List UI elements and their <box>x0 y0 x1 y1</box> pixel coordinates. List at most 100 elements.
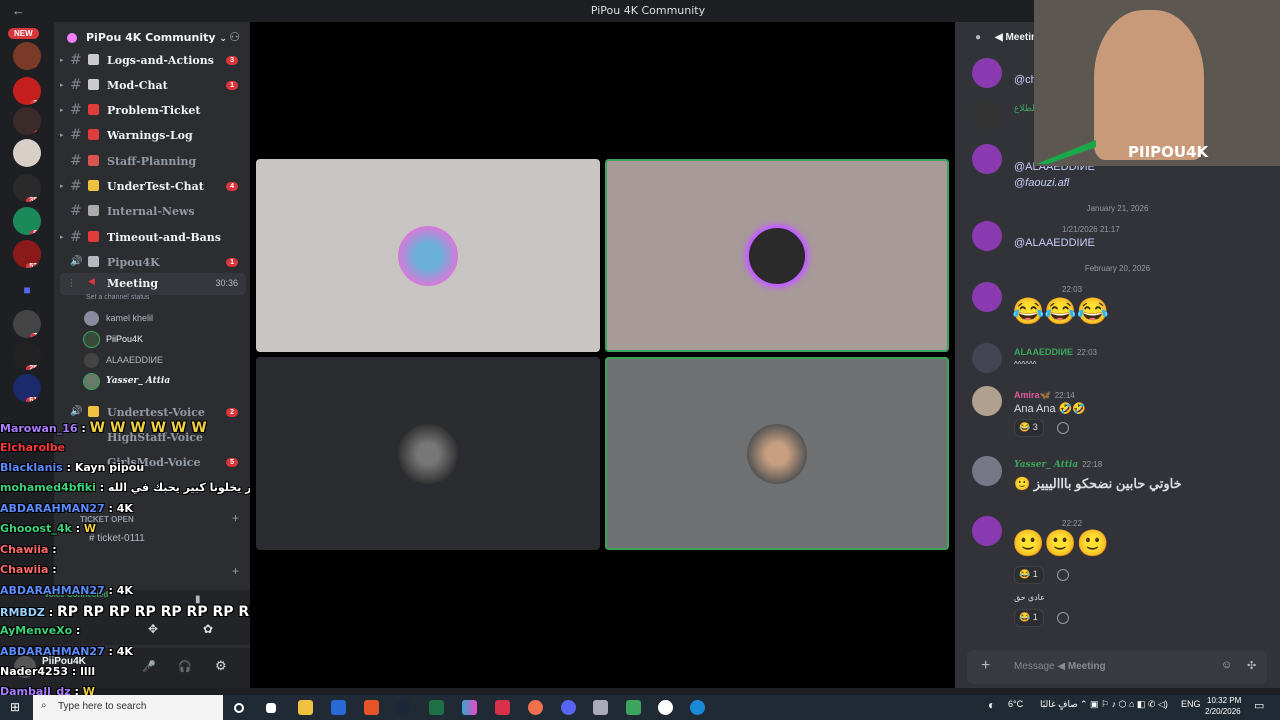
voice-channel-meeting[interactable]: ⫶ ◀ Meeting 30:36 <box>60 273 246 295</box>
avatar[interactable] <box>972 516 1002 546</box>
mention[interactable]: @faouzi.afl <box>1014 177 1069 189</box>
ticket-channel[interactable]: # ticket-0111 <box>89 533 145 544</box>
reaction-joy[interactable]: 😂 1 <box>1014 566 1044 584</box>
server-icon[interactable]: 6 <box>13 42 41 70</box>
server-icon[interactable] <box>13 139 41 167</box>
channel-item[interactable]: 🔊 Pipou4K 1 <box>60 252 246 274</box>
add-attachment-icon[interactable]: + <box>981 657 990 675</box>
overlay-chat-line: ABDARAHMAN27 : 4K <box>0 584 133 597</box>
clock-date[interactable]: 2/20/2026 <box>1205 707 1241 716</box>
server-icon[interactable]: 67 <box>13 207 41 235</box>
date-divider: January 21, 2026 <box>1086 204 1149 213</box>
avatar[interactable] <box>972 100 1002 130</box>
taskbar-search[interactable]: ⌕ Type here to search <box>33 695 223 720</box>
channel-item[interactable]: ▸ # Warnings-Log <box>60 125 246 147</box>
tray-icons[interactable]: ⌃ ▣ ⚐ ♪ ⬡ ⌂ ◧ ✆ ◁) <box>1080 699 1168 710</box>
channel-label: Meeting <box>107 277 159 290</box>
server-icon[interactable]: 30 <box>13 77 41 105</box>
edge-icon[interactable] <box>690 700 705 715</box>
streamer-webcam: PIIPOU4K <box>1034 0 1280 166</box>
channel-item[interactable]: ▸ # Mod-Chat 1 <box>60 75 246 97</box>
mention-badge: 3 <box>226 56 238 65</box>
app-icon[interactable] <box>626 700 641 715</box>
app-icon[interactable] <box>462 700 477 715</box>
obs-icon[interactable] <box>658 700 673 715</box>
app-icon[interactable] <box>495 700 510 715</box>
username[interactable]: Amira🦋 <box>1014 390 1051 400</box>
reaction-joy[interactable]: 😂 3 <box>1014 419 1044 437</box>
apps-icon[interactable]: ✣ <box>1247 659 1256 672</box>
avatar[interactable] <box>972 456 1002 486</box>
reaction-joy[interactable]: 😂 1 <box>1014 609 1044 627</box>
server-icon-pipou[interactable]: 76 <box>13 310 41 338</box>
channel-item[interactable]: ▸ # Logs-and-Actions 3 <box>60 50 246 72</box>
username[interactable]: ALAAEDDIИE <box>1014 347 1073 357</box>
server-icon[interactable]: 537 <box>13 240 41 268</box>
app-icon[interactable] <box>528 700 543 715</box>
steam-icon[interactable] <box>396 700 411 715</box>
task-view-icon[interactable] <box>266 703 276 713</box>
timestamp: 1/21/2026 21:17 <box>1062 225 1120 234</box>
server-icon[interactable]: 351 <box>13 174 41 202</box>
headphones-icon[interactable]: 🎧 <box>178 660 192 673</box>
message-composer[interactable]: + Message ◀ Meeting ☺ ✣ <box>967 650 1267 684</box>
app-icon[interactable] <box>331 700 346 715</box>
overlay-stripe <box>1036 140 1096 164</box>
mention-badge: 1 <box>226 258 238 267</box>
settings-gear-icon[interactable]: ⚙ <box>215 658 227 674</box>
channel-status[interactable]: Set a channel status <box>86 294 149 301</box>
channel-item[interactable]: # Internal-News <box>60 201 246 223</box>
avatar[interactable] <box>972 221 1002 251</box>
language-indicator[interactable]: ENG <box>1181 699 1201 709</box>
app-icon[interactable] <box>593 700 608 715</box>
avatar[interactable] <box>972 144 1002 174</box>
channel-item[interactable]: ▸ # UnderTest-Chat 4 <box>60 176 246 198</box>
video-tile-speaking[interactable] <box>605 357 949 550</box>
avatar[interactable] <box>972 343 1002 373</box>
add-reaction-icon[interactable] <box>1057 422 1069 434</box>
timestamp: 22:03 <box>1062 285 1083 294</box>
soundboard-icon[interactable]: ✿ <box>203 622 213 636</box>
video-tile-speaking[interactable] <box>605 159 949 352</box>
weather-temp[interactable]: 6°C <box>1008 699 1023 709</box>
server-name: PiPou 4K Community <box>86 31 216 44</box>
add-reaction-icon[interactable] <box>1057 612 1069 624</box>
username[interactable]: Yasser_ Attia <box>1014 460 1078 470</box>
avatar[interactable] <box>972 282 1002 312</box>
cortana-icon[interactable] <box>234 703 244 713</box>
chat-message: 4K <box>116 584 133 597</box>
discord-icon[interactable] <box>561 700 576 715</box>
brave-icon[interactable] <box>364 700 379 715</box>
add-user-icon[interactable]: ⚇ <box>229 30 240 44</box>
emoji-picker-icon[interactable]: ☺ <box>1221 659 1232 671</box>
server-icon[interactable]: 258 <box>13 342 41 370</box>
avatar[interactable] <box>972 386 1002 416</box>
windows-start-icon[interactable]: ⊞ <box>10 700 20 714</box>
overlay-chat-line: Elcharolbe <box>0 441 65 454</box>
add-channel-icon[interactable]: + <box>232 511 239 525</box>
file-explorer-icon[interactable] <box>298 700 313 715</box>
channel-label: Warnings-Log <box>107 129 193 142</box>
folder-icon[interactable]: ■ <box>13 277 41 305</box>
clock-time[interactable]: 10:32 PM <box>1207 696 1241 705</box>
app-icon[interactable] <box>429 700 444 715</box>
activities-icon[interactable]: ✥ <box>148 622 158 636</box>
server-icon[interactable]: 9 <box>13 107 41 135</box>
unread-indicator-icon: ▸ <box>60 80 64 89</box>
add-reaction-icon[interactable] <box>1057 569 1069 581</box>
timestamp: 22:22 <box>1062 519 1083 528</box>
video-stage <box>250 22 955 688</box>
microphone-icon[interactable]: 🎤 <box>142 660 156 673</box>
add-channel-icon[interactable]: + <box>232 564 239 578</box>
channel-item[interactable]: # Staff-Planning <box>60 151 246 173</box>
video-tile[interactable] <box>256 159 600 352</box>
avatar[interactable] <box>972 58 1002 88</box>
notification-icon[interactable]: ▭ <box>1254 699 1264 712</box>
message-text: ^^^^^^ <box>1014 360 1037 369</box>
channel-item[interactable]: ▸ # Timeout-and-Bans <box>60 227 246 249</box>
timestamp: 22:18 <box>1082 460 1103 469</box>
mention[interactable]: @ALAAEDDIИE <box>1014 237 1095 249</box>
video-tile[interactable] <box>256 357 600 550</box>
server-icon[interactable]: 616 <box>13 374 41 402</box>
channel-item[interactable]: ▸ # Problem-Ticket <box>60 100 246 122</box>
